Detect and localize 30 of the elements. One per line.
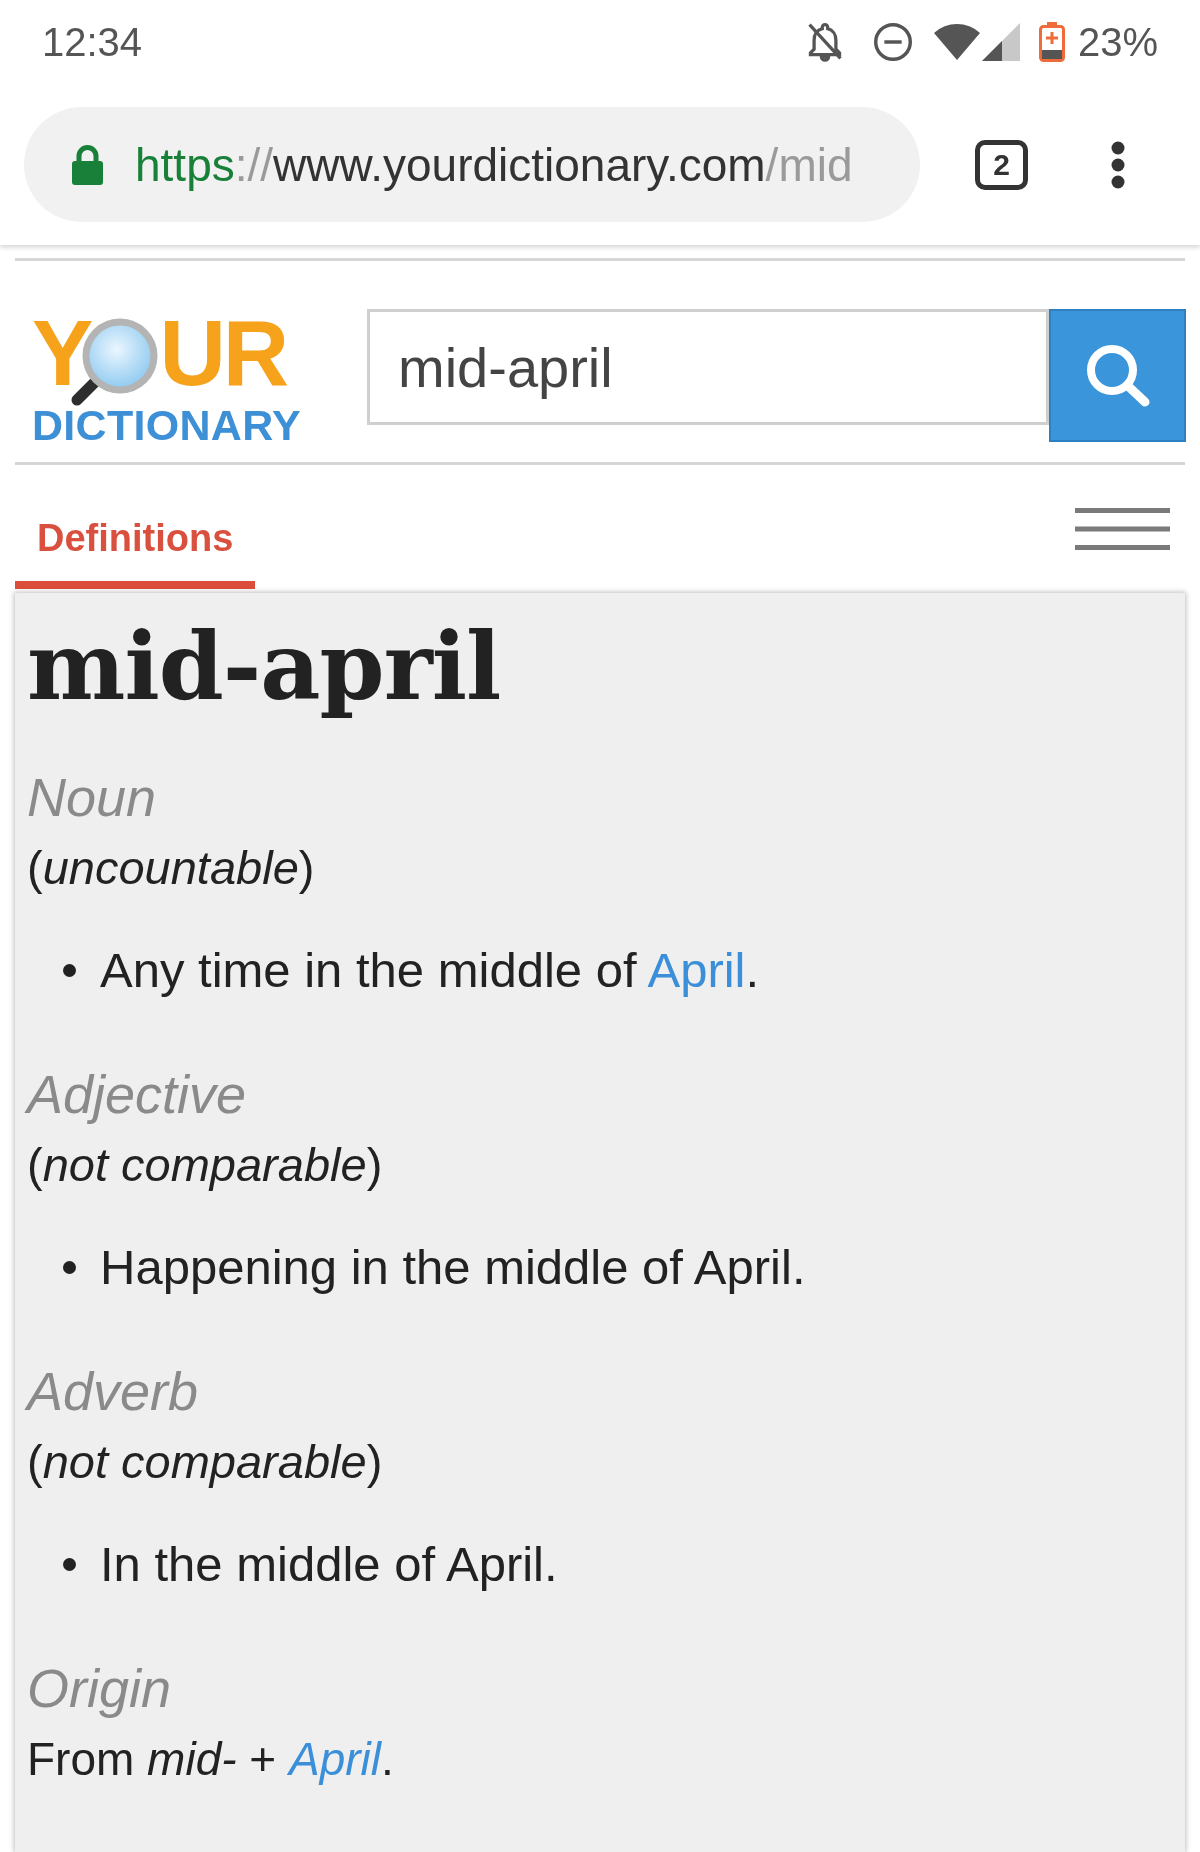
bullet-icon: [63, 963, 76, 977]
search-icon: [1084, 343, 1151, 408]
usage-note: (not comparable): [27, 1137, 383, 1193]
search-field[interactable]: mid-april: [367, 309, 1049, 425]
usage-note: (not comparable): [27, 1434, 383, 1490]
battery-icon: [1038, 22, 1065, 62]
logo-word-end: UR: [159, 316, 287, 390]
search-button[interactable]: [1049, 309, 1186, 442]
more-options-icon[interactable]: [1110, 140, 1126, 189]
menu-icon[interactable]: [1075, 508, 1170, 550]
url-text: https://www.yourdictionary.com/mid: [135, 137, 853, 192]
definition-text: Any time in the middle of April.: [100, 942, 760, 999]
battery-percent: 23%: [1077, 19, 1158, 65]
logo-word-start: Y: [32, 316, 91, 390]
status-time: 12:34: [42, 19, 143, 65]
do-not-disturb-icon: [873, 23, 912, 61]
usage-note: (uncountable): [27, 840, 315, 896]
lock-icon: [71, 144, 104, 185]
headword: mid-april: [27, 612, 501, 722]
cell-signal-icon: [981, 23, 1020, 61]
definition-text: Happening in the middle of April.: [100, 1239, 806, 1296]
bullet-icon: [63, 1260, 76, 1274]
logo-subtitle: DICTIONARY: [32, 405, 301, 445]
tab-count-button[interactable]: 2: [975, 139, 1028, 190]
origin-text: From mid- + April.: [27, 1732, 394, 1787]
definition-text: In the middle of April.: [100, 1536, 558, 1593]
address-bar[interactable]: https://www.yourdictionary.com/mid: [24, 107, 920, 222]
part-of-speech-label: Noun: [27, 766, 157, 829]
bullet-icon: [63, 1557, 76, 1571]
origin-label: Origin: [27, 1657, 172, 1720]
